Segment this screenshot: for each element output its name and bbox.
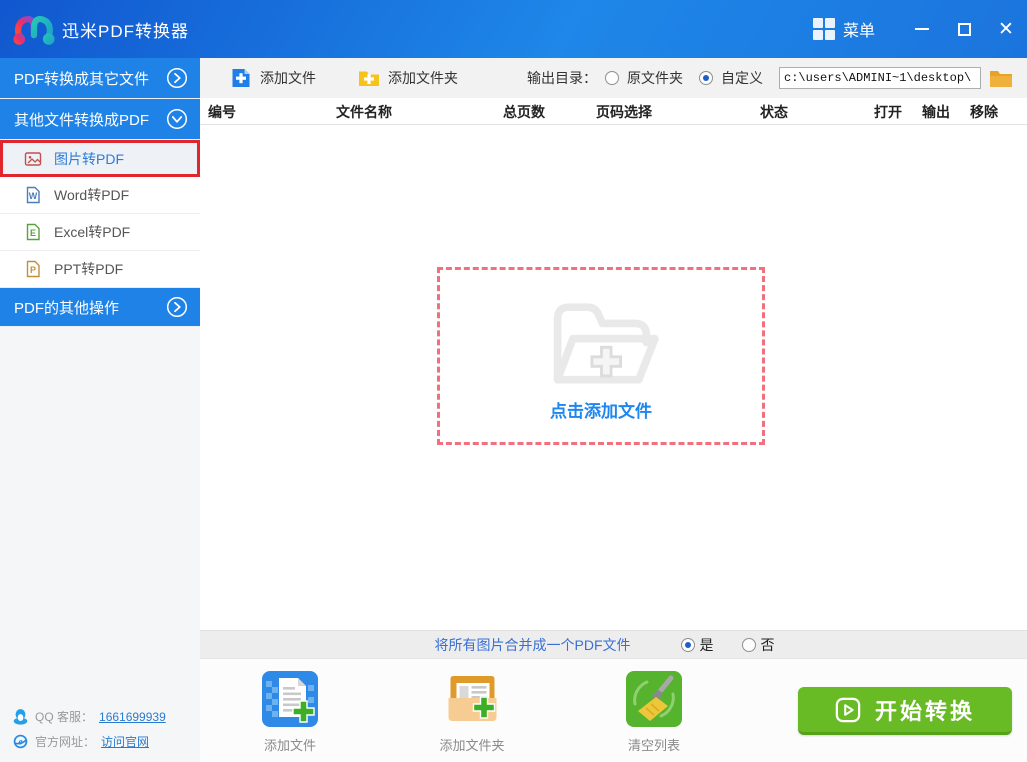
- ppt-doc-icon: P: [26, 260, 40, 278]
- merge-no-label: 否: [760, 636, 775, 653]
- add-folder-icon: [359, 71, 379, 86]
- app-window: 迅米PDF转换器 菜单 ✕ PDF转换成其它文件 其他文件转换成PDF 图片转P…: [0, 0, 1027, 762]
- output-dir-group: 输出目录： 原文件夹 自定义: [527, 67, 1013, 89]
- col-index: 编号: [208, 104, 236, 120]
- radio-custom[interactable]: [699, 71, 713, 85]
- radio-merge-no[interactable]: [741, 637, 756, 652]
- merge-option-bar: 将所有图片合并成一个PDF文件 是 否: [200, 630, 1027, 658]
- add-file-icon: [232, 69, 250, 87]
- radio-custom-label: 自定义: [721, 70, 763, 86]
- bottom-clear-list-label: 清空列表: [627, 738, 680, 753]
- minimize-icon: [915, 28, 929, 30]
- bottom-add-folder-button[interactable]: 添加文件夹: [439, 671, 505, 754]
- sidebar-item-ppt-to-pdf[interactable]: P PPT转PDF: [0, 251, 200, 288]
- maximize-icon: [957, 22, 971, 36]
- site-label: 官方网址：: [35, 735, 96, 749]
- website-icon: e: [13, 734, 28, 749]
- col-filename: 文件名称: [336, 104, 392, 120]
- app-logo-icon: [13, 16, 55, 45]
- add-folder-label: 添加文件夹: [388, 70, 458, 86]
- minimize-button[interactable]: [901, 0, 943, 58]
- sidebar-group-label: PDF转换成其它文件: [14, 70, 150, 88]
- sidebar-item-image-to-pdf[interactable]: 图片转PDF: [0, 140, 200, 177]
- merge-option-label: 将所有图片合并成一个PDF文件: [434, 636, 631, 653]
- sidebar-item-excel-to-pdf[interactable]: E Excel转PDF: [0, 214, 200, 251]
- sidebar-item-label: 图片转PDF: [54, 150, 124, 167]
- qq-label: QQ 客服：: [35, 710, 94, 724]
- excel-doc-icon: E: [26, 223, 40, 241]
- sidebar-item-label: PPT转PDF: [54, 261, 124, 277]
- titlebar: 迅米PDF转换器 菜单 ✕: [0, 0, 1027, 58]
- radio-original-folder[interactable]: [605, 71, 619, 85]
- col-status: 状态: [760, 104, 788, 120]
- add-folder-button[interactable]: 添加文件夹: [358, 67, 458, 89]
- chevron-right-circle-icon: [166, 296, 188, 318]
- qq-number-link[interactable]: 1661699939: [99, 710, 166, 724]
- col-remove: 移除: [970, 104, 998, 120]
- official-site-link[interactable]: 访问官网: [101, 733, 149, 750]
- sidebar-group-label: 其他文件转换成PDF: [14, 111, 150, 129]
- sidebar-group-pdf-to-other[interactable]: PDF转换成其它文件: [0, 58, 200, 99]
- play-icon: [835, 697, 861, 722]
- titlebar-controls: 菜单 ✕: [812, 0, 1027, 58]
- image-icon: [24, 151, 42, 166]
- col-page-select: 页码选择: [596, 104, 652, 120]
- svg-text:W: W: [29, 191, 38, 201]
- file-list-area: 点击添加文件: [200, 125, 1027, 630]
- merge-yes-label: 是: [699, 636, 714, 653]
- col-open: 打开: [874, 104, 902, 120]
- browse-folder-icon[interactable]: [989, 68, 1013, 88]
- add-file-button[interactable]: 添加文件: [230, 67, 316, 89]
- add-folder-big-icon: [447, 676, 496, 721]
- dropzone-label: 点击添加文件: [550, 402, 652, 421]
- sidebar-item-word-to-pdf[interactable]: W Word转PDF: [0, 177, 200, 214]
- main-panel: 添加文件 添加文件夹 输出目录： 原文件夹 自定义 c:\users\ADMIN…: [200, 58, 1027, 762]
- sidebar-group-label: PDF的其他操作: [14, 299, 120, 317]
- start-convert-label: 开始转换: [874, 698, 975, 724]
- contact-panel: QQ 客服： 1661699939 e 官方网址： 访问官网: [0, 700, 200, 762]
- qq-icon: [13, 709, 28, 725]
- bottom-add-folder-label: 添加文件夹: [439, 738, 505, 753]
- menu-label: 菜单: [842, 23, 875, 40]
- close-button[interactable]: ✕: [985, 0, 1027, 58]
- col-total-pages: 总页数: [503, 104, 545, 120]
- sidebar-group-other-to-pdf[interactable]: 其他文件转换成PDF: [0, 99, 200, 140]
- radio-merge-yes[interactable]: [680, 637, 695, 652]
- menu-button[interactable]: 菜单: [812, 17, 875, 41]
- sidebar-item-label: Excel转PDF: [54, 224, 131, 240]
- bottom-action-bar: 添加文件 添加文件夹 清空列表 开始转换: [200, 658, 1027, 762]
- sidebar-item-label: Word转PDF: [54, 187, 130, 203]
- col-output: 输出: [922, 104, 950, 120]
- bottom-add-file-button[interactable]: 添加文件: [262, 671, 318, 754]
- clear-list-big-icon: [626, 671, 682, 727]
- bottom-clear-list-button[interactable]: 清空列表: [626, 671, 682, 754]
- app-title: 迅米PDF转换器: [62, 21, 189, 41]
- add-file-label: 添加文件: [260, 70, 316, 86]
- sidebar-group-pdf-other-ops[interactable]: PDF的其他操作: [0, 288, 200, 327]
- svg-text:E: E: [30, 228, 36, 238]
- file-table-header: 编号 文件名称 总页数 页码选择 状态 打开 输出 移除: [200, 98, 1027, 125]
- open-folder-plus-icon: [553, 303, 659, 384]
- output-dir-label: 输出目录：: [527, 70, 597, 86]
- start-convert-button[interactable]: 开始转换: [798, 687, 1012, 735]
- word-doc-icon: W: [26, 186, 40, 204]
- close-icon: ✕: [998, 18, 1014, 40]
- svg-text:P: P: [30, 265, 36, 275]
- menu-grid-icon: [812, 18, 835, 40]
- top-toolbar: 添加文件 添加文件夹 输出目录： 原文件夹 自定义: [200, 58, 1027, 98]
- chevron-down-circle-icon: [166, 108, 188, 130]
- radio-original-label: 原文件夹: [627, 70, 683, 86]
- output-path-input[interactable]: [779, 67, 981, 89]
- maximize-button[interactable]: [943, 0, 985, 58]
- add-file-big-icon: [262, 671, 318, 727]
- sidebar: PDF转换成其它文件 其他文件转换成PDF 图片转PDF W Word转PDF …: [0, 58, 200, 762]
- bottom-add-file-label: 添加文件: [263, 738, 316, 753]
- dropzone-add-files[interactable]: 点击添加文件: [437, 267, 765, 445]
- chevron-right-circle-icon: [166, 67, 188, 89]
